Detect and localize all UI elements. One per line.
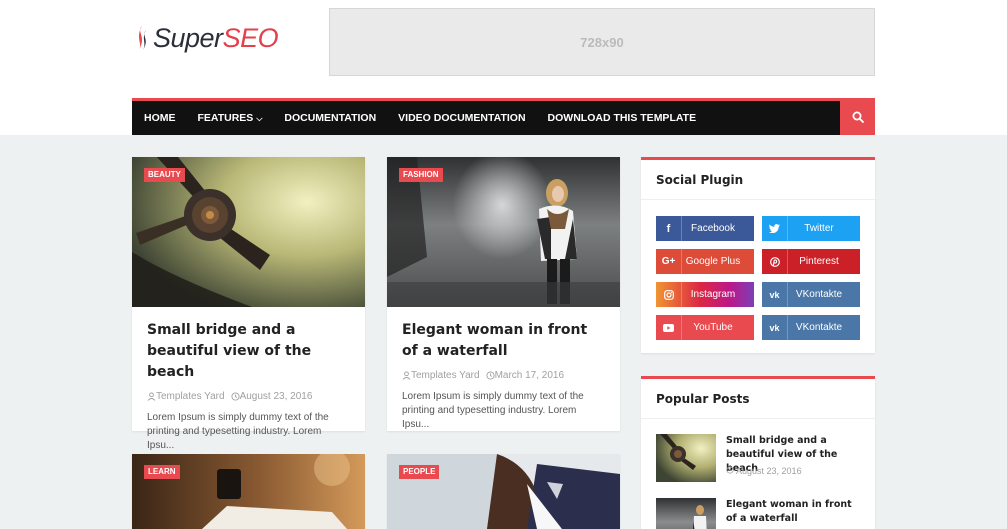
social-google-plus-button[interactable]: G+ Google Plus (656, 249, 754, 274)
social-vkontakte-button[interactable]: vk VKontakte (762, 315, 860, 340)
logo-text-super: Super (153, 23, 223, 53)
nav-home-label: HOME (144, 112, 176, 124)
widget-title: Social Plugin (641, 160, 875, 200)
nav-documentation-label: DOCUMENTATION (284, 112, 377, 124)
vk-icon: vk (762, 315, 788, 340)
post-date: March 17, 2016 (494, 370, 565, 381)
post-thumbnail[interactable]: LEARN (132, 454, 365, 529)
search-button[interactable] (840, 98, 875, 135)
pinterest-icon (762, 249, 788, 274)
social-instagram-button[interactable]: Instagram (656, 282, 754, 307)
category-tag[interactable]: FASHION (399, 168, 443, 182)
social-plugin-widget: Social Plugin f Facebook Twitter G+ Goog… (641, 157, 875, 353)
post-card[interactable]: LEARN (132, 454, 365, 529)
social-vkontakte-button[interactable]: vk VKontakte (762, 282, 860, 307)
social-twitter-button[interactable]: Twitter (762, 216, 860, 241)
facebook-icon: f (656, 216, 682, 241)
social-pinterest-button[interactable]: Pinterest (762, 249, 860, 274)
nav-home[interactable]: HOME (132, 101, 187, 135)
post-title[interactable]: Small bridge and a beautiful view of the… (147, 320, 350, 383)
popular-posts-widget: Popular Posts Small bridge and a beautif… (641, 376, 875, 529)
post-title[interactable]: Elegant woman in front of a waterfall (402, 320, 605, 362)
widget-title: Popular Posts (641, 379, 875, 419)
popular-post-item[interactable]: Small bridge and a beautiful view of the… (656, 434, 860, 484)
clock-icon (231, 392, 240, 401)
user-icon (402, 371, 411, 380)
nav-video-documentation-label: VIDEO DOCUMENTATION (398, 112, 526, 124)
clock-icon (726, 466, 734, 474)
ad-size-label: 728x90 (580, 34, 624, 50)
post-thumbnail[interactable]: PEOPLE (387, 454, 620, 529)
post-card[interactable]: PEOPLE (387, 454, 620, 529)
popular-post-thumbnail[interactable] (656, 434, 716, 482)
popular-post-date: August 23, 2016 (736, 466, 802, 476)
nav-documentation[interactable]: DOCUMENTATION (273, 101, 387, 135)
nav-video-documentation[interactable]: VIDEO DOCUMENTATION (387, 101, 536, 135)
user-icon (147, 392, 156, 401)
post-thumbnail[interactable]: FASHION (387, 157, 620, 307)
post-author[interactable]: Templates Yard (156, 391, 225, 402)
post-excerpt: Lorem Ipsum is simply dummy text of the … (402, 391, 584, 430)
youtube-icon (656, 315, 682, 340)
ad-banner[interactable]: 728x90 (329, 8, 875, 76)
category-tag[interactable]: LEARN (144, 465, 180, 479)
main-navigation: HOME FEATURES ⌵ DOCUMENTATION VIDEO DOCUM… (132, 98, 875, 135)
nav-features[interactable]: FEATURES ⌵ (187, 101, 274, 136)
post-card[interactable]: FASHION Elegant woman in front of a wate… (387, 157, 620, 431)
logo-flame-icon (139, 26, 146, 50)
popular-post-item[interactable]: Elegant woman in front of a waterfall (656, 498, 860, 529)
clock-icon (486, 371, 495, 380)
post-excerpt: Lorem Ipsum is simply dummy text of the … (147, 412, 329, 451)
social-facebook-button[interactable]: f Facebook (656, 216, 754, 241)
chevron-down-icon: ⌵ (256, 113, 263, 123)
social-youtube-button[interactable]: YouTube (656, 315, 754, 340)
nav-download-template[interactable]: DOWNLOAD THIS TEMPLATE (537, 101, 708, 135)
category-tag[interactable]: BEAUTY (144, 168, 185, 182)
post-author[interactable]: Templates Yard (411, 370, 480, 381)
nav-download-template-label: DOWNLOAD THIS TEMPLATE (547, 112, 697, 124)
post-thumbnail[interactable]: BEAUTY (132, 157, 365, 307)
post-card[interactable]: BEAUTY Small bridge and a beautiful view… (132, 157, 365, 451)
search-icon (852, 111, 864, 123)
vk-icon: vk (762, 282, 788, 307)
category-tag[interactable]: PEOPLE (399, 465, 440, 479)
site-logo[interactable]: SuperSEO (133, 22, 279, 54)
logo-text-seo: SEO (222, 23, 279, 53)
popular-post-thumbnail[interactable] (656, 498, 716, 529)
popular-post-title[interactable]: Elegant woman in front of a waterfall (726, 498, 864, 526)
twitter-icon (762, 216, 788, 241)
post-date: August 23, 2016 (239, 391, 313, 402)
google-plus-icon: G+ (656, 249, 682, 274)
instagram-icon (656, 282, 682, 307)
nav-features-label: FEATURES (197, 111, 254, 124)
